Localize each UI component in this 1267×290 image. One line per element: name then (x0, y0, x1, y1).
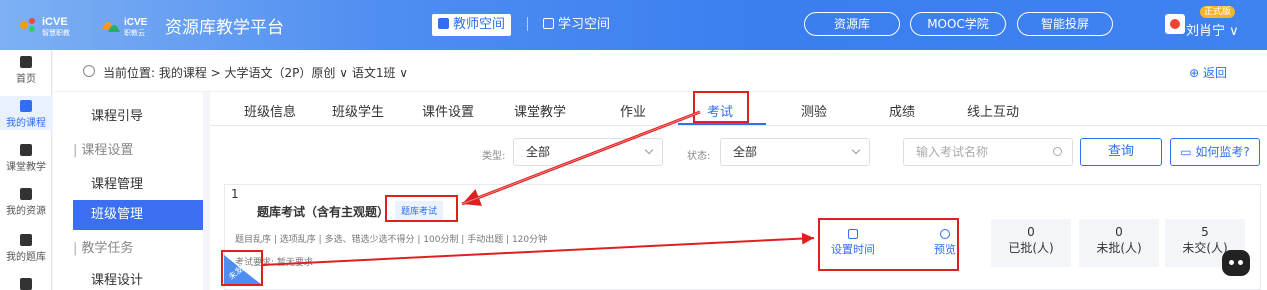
assistant-bot-icon[interactable] (1222, 250, 1250, 276)
annotation-arrows (261, 110, 815, 266)
